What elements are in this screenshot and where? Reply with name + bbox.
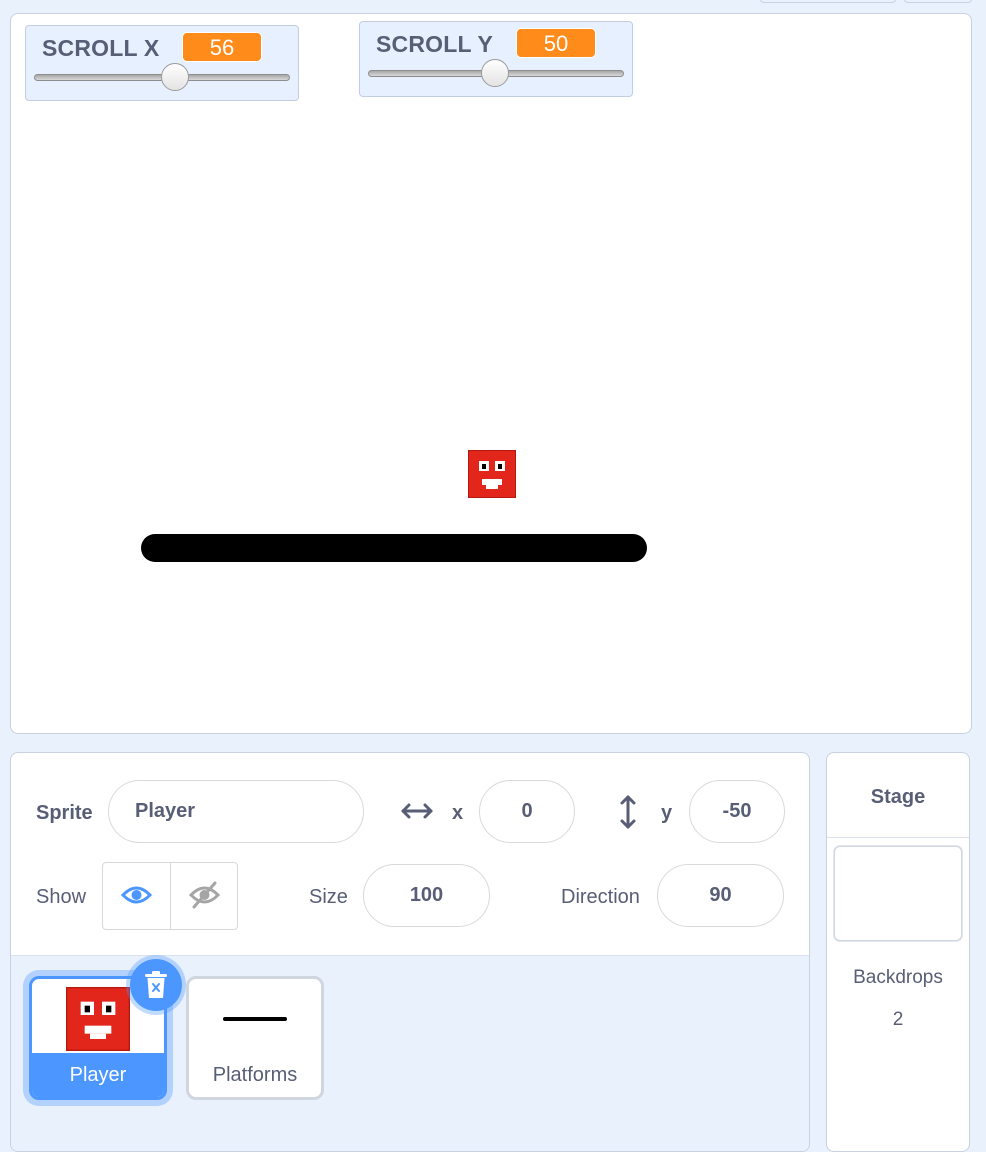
toolbar-button[interactable] — [904, 0, 972, 3]
stage-title: Stage — [870, 786, 926, 808]
y-input[interactable]: -50 — [689, 780, 785, 843]
backdrops-count: 2 — [892, 1009, 904, 1030]
backdrops-label: Backdrops — [853, 967, 943, 988]
platform-sprite[interactable] — [141, 534, 647, 562]
sprite-tile-platforms[interactable]: Platforms — [186, 976, 324, 1100]
monitor-label: SCROLL Y — [376, 31, 494, 57]
variable-monitor-scroll-x: SCROLL X 56 — [25, 25, 299, 101]
direction-input[interactable]: 90 — [657, 864, 784, 927]
monitor-value: 50 — [516, 28, 596, 58]
monitor-slider-thumb[interactable] — [161, 63, 189, 91]
toolbar-button[interactable] — [760, 0, 896, 3]
x-input[interactable]: 0 — [479, 780, 575, 843]
monitor-label: SCROLL X — [42, 35, 160, 61]
sprite-label: Sprite — [36, 802, 93, 824]
direction-label: Direction — [561, 886, 640, 908]
stage[interactable]: SCROLL X 56 SCROLL Y 50 — [10, 13, 972, 734]
eye-slash-icon — [189, 881, 220, 909]
show-hidden-button[interactable] — [171, 863, 237, 929]
monitor-slider-thumb[interactable] — [481, 59, 509, 87]
y-label: y — [661, 802, 673, 824]
backdrop-thumbnail[interactable] — [834, 846, 962, 941]
delete-sprite-button[interactable] — [130, 959, 182, 1011]
sprite-thumbnail — [223, 1017, 287, 1021]
eye-icon — [121, 886, 152, 904]
variable-monitor-scroll-y: SCROLL Y 50 — [359, 21, 633, 97]
stage-selector-panel[interactable]: Stage Backdrops 2 — [826, 752, 970, 1152]
sprite-tile-name: Player — [32, 1053, 164, 1097]
sprite-tile-name: Platforms — [212, 1064, 298, 1086]
size-input[interactable]: 100 — [363, 864, 490, 927]
horizontal-arrows-icon — [401, 803, 433, 819]
x-label: x — [452, 802, 464, 824]
size-label: Size — [309, 886, 348, 908]
sprite-name-input[interactable]: Player — [108, 780, 364, 843]
sprite-thumbnail — [66, 987, 130, 1051]
stage-panel-header: Stage — [827, 753, 969, 838]
show-toggle-group — [102, 862, 238, 930]
vertical-arrows-icon — [620, 795, 636, 829]
monitor-value: 56 — [182, 32, 262, 62]
show-visible-button[interactable] — [103, 863, 170, 929]
trash-icon — [145, 971, 167, 998]
player-sprite[interactable] — [468, 450, 516, 498]
sprite-info-panel: Sprite Player x 0 y -50 Show Size 100 Di… — [10, 752, 810, 1152]
show-label: Show — [36, 886, 87, 908]
